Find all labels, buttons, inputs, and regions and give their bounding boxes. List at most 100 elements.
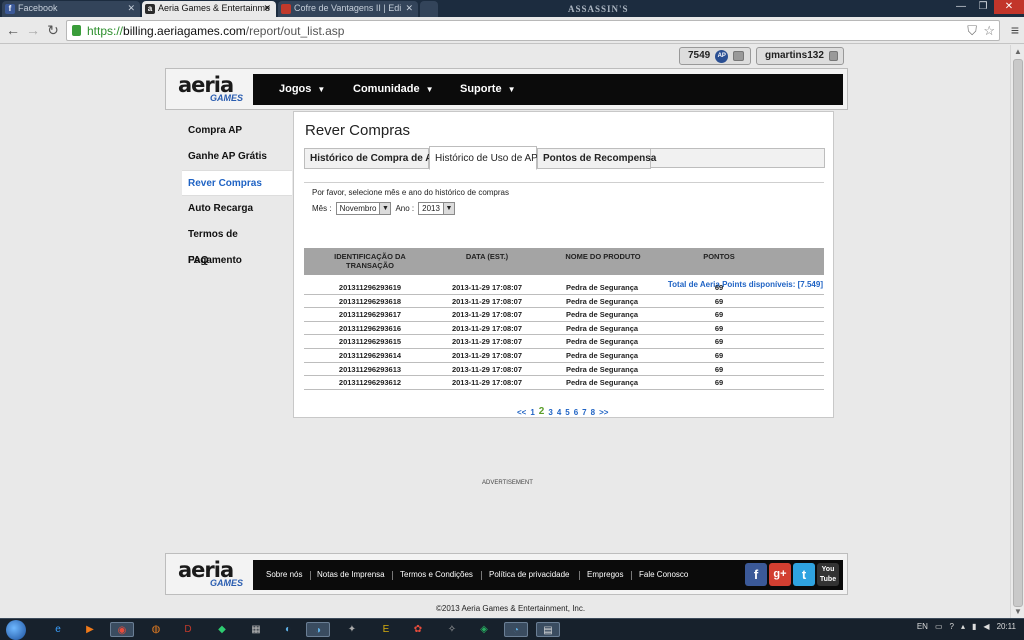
footer-link-termos-condicoes[interactable]: Termos e Condições	[400, 560, 473, 590]
page-link[interactable]: 5	[565, 408, 569, 417]
date-cell: 2013-11-29 17:08:07	[451, 337, 523, 347]
tab-historico-uso-ap[interactable]: Histórico de Uso de AP	[429, 146, 538, 170]
close-window-icon[interactable]: ✕	[994, 0, 1024, 14]
google-plus-icon[interactable]: g+	[769, 563, 791, 586]
steam-icon[interactable]: ◐	[280, 622, 296, 637]
table-row: 201311296293615 2013-11-29 17:08:07 Pedra …	[304, 335, 824, 349]
ap-balance-box[interactable]: 7549 AP	[679, 47, 751, 65]
tab-historico-compra-ap[interactable]: Histórico de Compra de AP	[304, 148, 439, 169]
tab-pontos-recompensa[interactable]: Pontos de Recompensa	[537, 148, 656, 169]
page-link[interactable]: 1	[530, 408, 534, 417]
product-name-cell: Pedra de Segurança	[565, 283, 639, 292]
launcher-icon[interactable]: ◑	[306, 622, 330, 637]
system-tray: EN ▭ ? ▴ ▮ ◀ 20:11	[917, 622, 1016, 631]
back-arrow-icon[interactable]: ←	[5, 22, 21, 38]
tab-facebook[interactable]: f Facebook ✕	[2, 1, 140, 17]
date-cell: 2013-11-29 17:08:07	[451, 350, 523, 360]
bookmark-star-icon[interactable]: ☆	[983, 23, 995, 39]
browser-menu-icon[interactable]: ≡	[1011, 22, 1019, 38]
year-select[interactable]: 2013 ▼	[418, 202, 455, 215]
user-account-box[interactable]: gmartins132	[756, 47, 844, 65]
tab-cofre-de-vantagens[interactable]: Cofre de Vantagens II | Edi ✕	[278, 1, 418, 17]
keyboard-icon[interactable]: ▭	[935, 622, 943, 631]
page-link[interactable]: 8	[591, 408, 595, 417]
network-icon[interactable]: ▮	[972, 622, 976, 631]
footer-link-sobre-nos[interactable]: Sobre nós	[266, 560, 302, 590]
browser-tab-bar: f Facebook ✕ a Aeria Games & Entertainme…	[0, 0, 1024, 17]
date-filters: Mês : Novembro ▼ Ano : 2013 ▼	[312, 202, 455, 215]
date-cell: 2013-11-29 17:08:07	[451, 323, 523, 333]
facebook-icon[interactable]: f	[745, 563, 767, 586]
volume-icon[interactable]: ◀	[983, 622, 989, 631]
footer-link-fale-conosco[interactable]: Fale Conosco	[639, 560, 688, 590]
minimize-icon[interactable]: —	[950, 0, 972, 14]
points-cell: 69	[714, 283, 724, 292]
help-icon[interactable]: ?	[950, 622, 954, 631]
app-icon[interactable]: ◔	[504, 622, 528, 637]
restore-icon[interactable]: ❐	[972, 0, 994, 14]
app-e-icon[interactable]: E	[378, 622, 394, 637]
reload-icon[interactable]: ↻	[45, 22, 61, 38]
page-link-current[interactable]: 2	[539, 406, 545, 417]
sidebar-item-compra-ap[interactable]: Compra AP	[182, 118, 292, 144]
media-player-icon[interactable]: ▶	[82, 622, 98, 637]
tray-arrow-icon[interactable]: ▴	[961, 622, 965, 631]
close-tab-icon[interactable]: ✕	[127, 1, 135, 16]
footer-link-notas-imprensa[interactable]: Notas de Imprensa	[317, 560, 385, 590]
table-row: 201311296293613 2013-11-29 17:08:07 Pedra …	[304, 363, 824, 377]
month-select[interactable]: Novembro ▼	[335, 202, 392, 215]
app-icon[interactable]: ✧	[444, 622, 460, 637]
account-menu-icon[interactable]	[828, 51, 838, 61]
aeria-footer-logo[interactable]: aeria GAMES	[178, 560, 248, 589]
page-link[interactable]: 7	[582, 408, 586, 417]
app-d-icon[interactable]: D	[180, 622, 196, 637]
page-link[interactable]: 3	[548, 408, 552, 417]
page-scrollbar[interactable]: ▲ ▼	[1010, 45, 1024, 618]
sidebar-item-auto-recarga[interactable]: Auto Recarga	[182, 196, 292, 222]
table-row: 201311296293618 2013-11-29 17:08:07 Pedra …	[304, 295, 824, 309]
footer-link-politica-privacidade[interactable]: Política de privacidade	[489, 560, 570, 590]
aeria-favicon-icon: a	[145, 4, 155, 14]
language-indicator[interactable]: EN	[917, 622, 928, 631]
address-bar[interactable]: https://billing.aeriagames.com/report/ou…	[66, 20, 1000, 41]
app-icon[interactable]: ◈	[476, 622, 492, 637]
new-tab-button[interactable]	[420, 1, 438, 17]
product-name-cell: Pedra de Segurança	[565, 350, 639, 360]
internet-explorer-icon[interactable]: e	[50, 622, 66, 637]
ap-menu-icon[interactable]	[733, 51, 745, 61]
game-icon[interactable]: ◆	[214, 622, 230, 637]
youtube-icon[interactable]: You Tube	[817, 563, 839, 586]
clock[interactable]: 20:11	[997, 622, 1016, 631]
tab-aeria-games[interactable]: a Aeria Games & Entertainme ✕	[142, 1, 276, 17]
firefox-icon[interactable]: ◍	[148, 622, 164, 637]
scroll-down-icon[interactable]: ▼	[1014, 607, 1022, 616]
notepad-icon[interactable]: ▤	[536, 622, 560, 637]
column-header-points: PONTOS	[703, 252, 735, 261]
transaction-id-cell: 201311296293617	[338, 310, 402, 320]
sidebar-item-termos-de-pagamento[interactable]: Termos de Pagamento	[182, 222, 292, 266]
close-tab-icon[interactable]: ✕	[263, 1, 271, 16]
app-icon[interactable]: ✦	[344, 622, 360, 637]
nav-jogos[interactable]: Jogos ▼	[279, 74, 325, 105]
footer-link-empregos[interactable]: Empregos	[587, 560, 623, 590]
app-icon[interactable]: ✿	[410, 622, 426, 637]
forward-arrow-icon[interactable]: →	[25, 22, 41, 38]
pagination-prev[interactable]: <<	[517, 408, 526, 417]
chrome-icon[interactable]: ◉	[110, 622, 134, 637]
twitter-icon[interactable]: t	[793, 563, 815, 586]
page-link[interactable]: 6	[574, 408, 578, 417]
close-tab-icon[interactable]: ✕	[405, 1, 413, 16]
sidebar-item-ganhe-ap-gratis[interactable]: Ganhe AP Grátis	[182, 144, 292, 170]
app-icon[interactable]: ▦	[248, 622, 264, 637]
shield-icon[interactable]: ⛉	[967, 23, 977, 39]
sidebar-item-rever-compras[interactable]: Rever Compras	[182, 170, 292, 196]
scroll-up-icon[interactable]: ▲	[1014, 47, 1022, 56]
start-button-icon[interactable]	[6, 620, 26, 640]
aeria-logo[interactable]: aeria GAMES	[178, 75, 248, 104]
cofre-favicon-icon	[281, 4, 291, 14]
nav-comunidade[interactable]: Comunidade ▼	[353, 74, 434, 105]
pagination-next[interactable]: >>	[599, 408, 608, 417]
nav-suporte[interactable]: Suporte ▼	[460, 74, 515, 105]
page-link[interactable]: 4	[557, 408, 561, 417]
scrollbar-thumb[interactable]	[1013, 59, 1023, 607]
